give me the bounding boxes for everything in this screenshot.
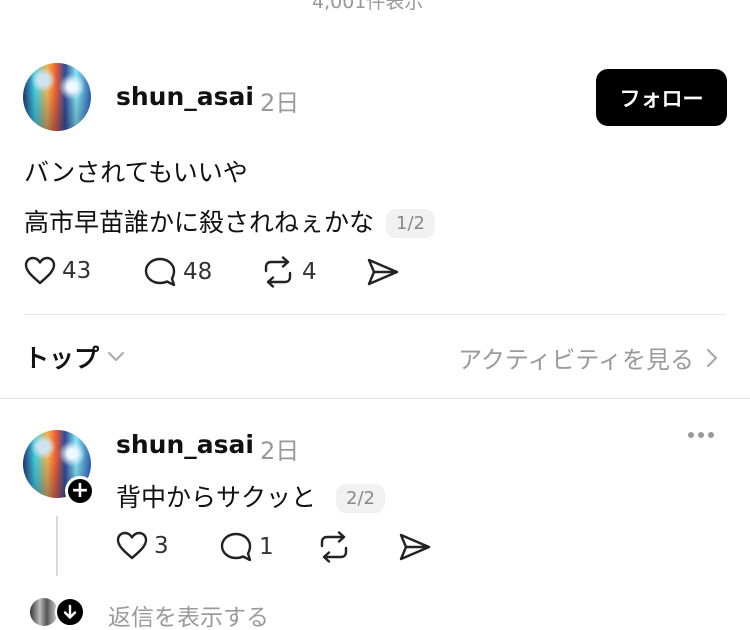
repost-count: 4 [302, 259, 317, 285]
comment-count: 48 [183, 259, 213, 285]
like-button[interactable]: 43 [24, 256, 91, 286]
comment-button[interactable]: 48 [143, 256, 212, 288]
reply-like-count: 3 [154, 533, 169, 559]
send-icon [399, 533, 431, 561]
post-timestamp: 2日 [260, 89, 300, 117]
section-divider [0, 398, 750, 399]
avatar[interactable] [23, 63, 91, 131]
previous-view-count: 4,001件表示 [312, 0, 424, 13]
share-button[interactable] [366, 256, 400, 288]
reply-timestamp: 2日 [260, 437, 300, 465]
chevron-right-icon [706, 348, 718, 367]
follow-button[interactable]: フォロー [596, 69, 727, 126]
comment-bubble-icon [220, 532, 252, 562]
post-text-line-2-content: 高市早苗誰かに殺されねぇかな [24, 208, 375, 237]
reply-repost-button[interactable] [316, 531, 352, 563]
reply-text: 背中からサクッと [116, 483, 317, 512]
repost-icon [264, 256, 292, 288]
reply-share-button[interactable] [398, 531, 432, 563]
reply-username[interactable]: shun_asai [116, 430, 254, 459]
reply-text-line: 背中からサクッと 2/2 [116, 478, 385, 514]
comment-bubble-icon [144, 257, 176, 287]
send-icon [367, 258, 399, 286]
reply-like-button[interactable]: 3 [116, 531, 169, 561]
sort-dropdown[interactable]: トップ [24, 339, 125, 375]
more-dots-icon[interactable] [688, 432, 714, 438]
view-activity-link[interactable]: アクティビティを見る [458, 340, 718, 375]
heart-icon [116, 531, 148, 560]
reply-comment-button[interactable]: 1 [219, 531, 274, 563]
repost-icon [320, 531, 348, 563]
activity-label: アクティビティを見る [458, 346, 694, 374]
reply-comment-count: 1 [259, 534, 274, 560]
arrow-down-icon[interactable] [55, 597, 85, 627]
follow-plus-icon[interactable]: + [65, 476, 95, 506]
like-count: 43 [62, 258, 92, 284]
post-text-line-1: バンされてもいいや [24, 158, 248, 187]
page-indicator: 1/2 [386, 209, 435, 238]
thread-line [56, 516, 58, 576]
chevron-down-icon [108, 352, 125, 361]
reply-author-mini-avatar [30, 598, 58, 626]
heart-icon [24, 256, 56, 285]
reply-page-indicator: 2/2 [336, 484, 385, 513]
repost-button[interactable]: 4 [260, 256, 317, 288]
show-replies-link[interactable]: 返信を表示する [108, 598, 269, 630]
post-divider [24, 314, 726, 315]
sort-label: トップ [24, 344, 100, 373]
post-text-line-2: 高市早苗誰かに殺されねぇかな 1/2 [24, 203, 435, 239]
post-username[interactable]: shun_asai [116, 82, 254, 111]
